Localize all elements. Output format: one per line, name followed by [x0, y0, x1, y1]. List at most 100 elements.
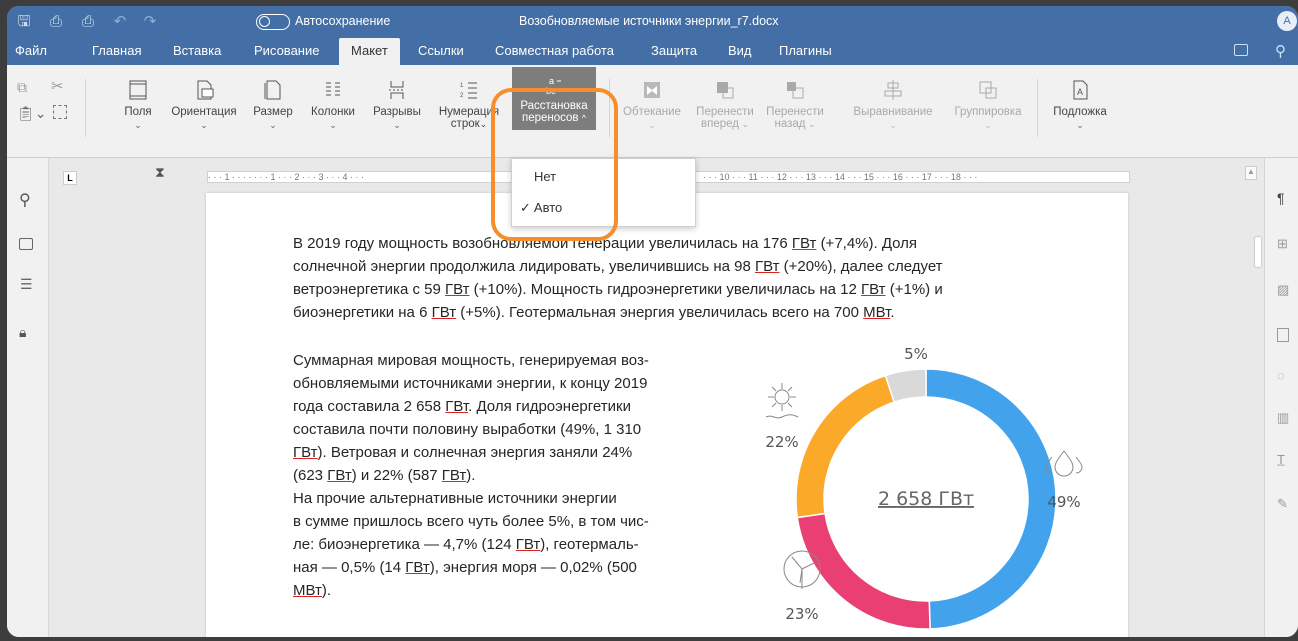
menu-collaboration[interactable]: Совместная работа [495, 38, 614, 65]
line-numbers-icon: 12 [460, 82, 477, 99]
undo-icon[interactable]: ↶ [111, 13, 129, 31]
columns-label: Колонки [311, 106, 355, 118]
unit: ГВт [431, 304, 457, 321]
scroll-up-button[interactable]: ▲ [1245, 166, 1257, 180]
size-label: Размер [253, 106, 293, 118]
margins-icon [129, 80, 147, 100]
toggle-knob [259, 16, 270, 27]
label-5: 5% [904, 345, 928, 363]
group-button[interactable]: Группировка ⌄ [945, 79, 1031, 131]
watermark-button[interactable]: A Подложка ⌄ [1047, 79, 1113, 131]
right-sidebar: ¶ ⊞ ▨ ◌ ▥ T̲ ✎ [1264, 158, 1298, 637]
copy-icon[interactable]: ⧉ [17, 79, 27, 96]
wrap-button[interactable]: Обтекание ⌄ [621, 79, 683, 131]
bring-forward-button[interactable]: Перенести вперед ⌄ [693, 79, 757, 130]
text-line: ная — 0,5% (14 ГВт), энергия моря — 0,02… [293, 559, 637, 576]
menu-protection[interactable]: Защита [651, 38, 697, 65]
unit: ГВт [791, 235, 817, 252]
breaks-label: Разрывы [373, 106, 421, 118]
separator [1037, 79, 1038, 137]
navigation-icon[interactable]: ☰ [20, 276, 33, 293]
print-icon[interactable]: ⎙ [47, 13, 65, 31]
wrap-label: Обтекание [623, 106, 681, 118]
label-49: 49% [1047, 493, 1080, 511]
header-footer-icon[interactable] [1277, 328, 1289, 342]
open-location-icon[interactable] [1234, 44, 1248, 56]
label-23: 23% [785, 605, 818, 623]
menu-view[interactable]: Вид [728, 38, 752, 65]
forward-label-2: вперед [700, 118, 739, 130]
backward-label-1: Перенести [766, 106, 824, 118]
textart-settings-icon[interactable]: T̲ [1277, 452, 1285, 467]
paragraph-settings-icon[interactable]: ¶ [1277, 190, 1285, 206]
label-22: 22% [765, 433, 798, 451]
image-settings-icon[interactable]: ▨ [1277, 282, 1289, 298]
svg-text:A: A [1077, 87, 1083, 97]
menu-file[interactable]: Файл [15, 38, 47, 65]
ruler-right-ticks: · · · 10 · · · 11 · · · 12 · · · 13 · · … [703, 172, 978, 182]
document-page[interactable]: В 2019 году мощность возобновляемой гене… [206, 193, 1128, 637]
document-title: Возобновляемые источники энергии_r7.docx [519, 14, 779, 28]
user-avatar[interactable]: A [1277, 11, 1297, 31]
text-line: в сумме пришлось всего чуть более 5%, в … [293, 513, 649, 530]
text-run: (+10%). Мощность гидроэнергетики увеличи… [473, 281, 862, 298]
text-line: (623 ГВт) и 22% (587 ГВт). [293, 467, 476, 484]
autosave-toggle[interactable] [256, 14, 290, 30]
unit: ГВт [755, 258, 780, 275]
text-line: МВт). [293, 582, 332, 599]
wind-turbine-icon [783, 550, 821, 589]
svg-text:a: a [549, 76, 554, 86]
text-line: обновляемыми источниками энергии, к конц… [293, 375, 648, 392]
menu-bar: Файл Главная Вставка Рисование Макет Ссы… [7, 38, 1298, 65]
text-line: ГВт). Ветровая и солнечная энергия занял… [293, 444, 633, 461]
shape-settings-icon[interactable]: ◌ [1277, 368, 1285, 383]
vertical-scrollbar[interactable] [1254, 236, 1262, 268]
menu-draw[interactable]: Рисование [254, 38, 319, 65]
text-run: (+7,4%). Доля [820, 235, 918, 252]
cut-icon[interactable]: ✂ [51, 77, 64, 95]
select-all-icon[interactable] [53, 105, 67, 119]
send-backward-icon [787, 82, 804, 99]
text-line: Суммарная мировая мощность, генерируемая… [293, 352, 649, 369]
group-label: Группировка [954, 106, 1022, 118]
page-size-icon [264, 80, 281, 100]
menu-plugins[interactable]: Плагины [779, 38, 832, 65]
ruler-left-ticks: · · · 1 · · · · · · · 1 · · · 2 · · · 3 … [208, 172, 364, 182]
svg-text:2: 2 [460, 93, 464, 99]
redo-icon[interactable]: ↷ [141, 13, 159, 31]
signature-settings-icon[interactable]: ✎ [1277, 496, 1288, 512]
margins-button[interactable]: Поля ⌄ [119, 79, 157, 131]
chart-settings-icon[interactable]: ▥ [1277, 410, 1289, 426]
wrap-icon [644, 82, 660, 98]
table-settings-icon[interactable]: ⊞ [1277, 236, 1288, 252]
search-icon[interactable]: ⚲ [19, 190, 31, 210]
search-icon[interactable]: ⚲ [1275, 42, 1286, 60]
svg-text:1: 1 [460, 83, 464, 89]
send-backward-button[interactable]: Перенести назад ⌄ [763, 79, 827, 130]
text-run: (+1%) и [889, 281, 943, 298]
columns-button[interactable]: Колонки ⌄ [305, 79, 361, 131]
menu-insert[interactable]: Вставка [173, 38, 221, 65]
text-line: биоэнергетики на 6 ГВт (+5%). Геотермаль… [293, 304, 895, 321]
tab-stop-button[interactable]: L [63, 171, 77, 185]
text-line: составила почти половину выработки (49%,… [293, 421, 642, 438]
paste-icon[interactable]: 📋︎⌄ [17, 105, 47, 122]
size-button[interactable]: Размер ⌄ [251, 79, 295, 131]
quick-print-icon[interactable]: ⎙ [79, 13, 97, 31]
margins-label: Поля [124, 106, 152, 118]
comments-icon[interactable] [19, 238, 33, 250]
menu-layout[interactable]: Макет [339, 38, 400, 65]
save-icon[interactable]: 🖫 [15, 13, 33, 31]
align-button[interactable]: Выравнивание ⌄ [845, 79, 941, 131]
text-line: ветроэнергетика с 59 ГВт (+10%). Мощност… [293, 278, 1053, 301]
orientation-icon [197, 80, 214, 100]
lock-icon[interactable]: 🔒︎ [19, 324, 26, 341]
breaks-button[interactable]: Разрывы ⌄ [369, 79, 425, 131]
text-run: биоэнергетики на 6 [293, 304, 432, 321]
menu-references[interactable]: Ссылки [418, 38, 464, 65]
title-bar: 🖫 ⎙ ⎙ ↶ ↷ Автосохранение Возобновляемые … [7, 6, 1298, 38]
indent-marker[interactable]: ⧗ [155, 164, 165, 181]
menu-home[interactable]: Главная [92, 38, 141, 65]
text-run: (+5%). Геотермальная энергия увеличилась… [460, 304, 864, 321]
orientation-button[interactable]: Ориентация ⌄ [167, 79, 241, 131]
